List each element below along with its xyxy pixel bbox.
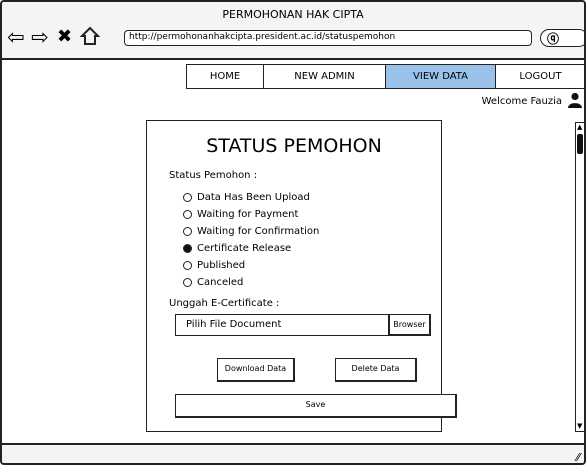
window-title: PERMOHONAN HAK CIPTA: [222, 8, 364, 21]
status-option-published[interactable]: Published: [183, 258, 245, 272]
delete-data-button[interactable]: Delete Data: [335, 358, 417, 382]
browser-window: PERMOHONAN HAK CIPTA ⇦ ⇨ ✖ http://permoh…: [0, 0, 586, 465]
radio-button[interactable]: [183, 192, 192, 202]
radio-button[interactable]: [183, 260, 192, 270]
radio-button[interactable]: [183, 277, 192, 287]
status-form: STATUS PEMOHON Status Pemohon : Data Has…: [146, 120, 457, 432]
status-option-certificate-release[interactable]: Certificate Release: [183, 241, 291, 255]
user-icon: [568, 92, 582, 108]
home-icon[interactable]: [79, 26, 101, 48]
form-title: STATUS PEMOHON: [206, 135, 382, 157]
browse-button[interactable]: Browser: [389, 314, 431, 336]
radio-button-selected[interactable]: [183, 243, 192, 253]
menu-logout[interactable]: LOGOUT: [496, 64, 584, 89]
main-menu: HOME NEW ADMIN VIEW DATA LOGOUT: [186, 64, 584, 89]
status-option-label: Canceled: [197, 276, 244, 288]
scroll-down-icon[interactable]: ▼: [577, 423, 582, 430]
status-option-waiting-payment[interactable]: Waiting for Payment: [183, 207, 298, 221]
status-label: Status Pemohon :: [169, 170, 258, 181]
resize-grip-icon[interactable]: ⁄⁄: [576, 451, 580, 463]
radio-button[interactable]: [183, 226, 192, 236]
menu-home[interactable]: HOME: [186, 64, 264, 89]
radio-button[interactable]: [183, 209, 192, 219]
status-option-label: Certificate Release: [197, 242, 292, 254]
save-button[interactable]: Save: [175, 394, 457, 418]
search-button[interactable]: ⓠ: [540, 29, 584, 47]
status-option-label: Waiting for Confirmation: [197, 225, 320, 237]
close-x-icon[interactable]: ✖: [57, 26, 72, 48]
scroll-thumb[interactable]: [577, 134, 583, 154]
status-option-label: Published: [197, 259, 246, 271]
upload-label: Unggah E-Certificate :: [169, 298, 280, 309]
menu-view-data[interactable]: VIEW DATA: [386, 64, 496, 89]
status-option-label: Waiting for Payment: [197, 208, 299, 220]
status-option-uploaded[interactable]: Data Has Been Upload: [183, 190, 310, 204]
welcome-text: Welcome Fauzia: [481, 96, 562, 107]
status-option-waiting-confirmation[interactable]: Waiting for Confirmation: [183, 224, 319, 238]
forward-arrow-icon[interactable]: ⇨: [31, 26, 49, 48]
title-bar: PERMOHONAN HAK CIPTA ⇦ ⇨ ✖ http://permoh…: [2, 2, 584, 60]
scroll-up-icon[interactable]: ▲: [577, 124, 582, 131]
file-input[interactable]: Pilih File Document: [175, 314, 389, 336]
menu-new-admin[interactable]: NEW ADMIN: [264, 64, 386, 89]
search-icon: ⓠ: [547, 32, 560, 46]
status-bar: ⁄⁄: [2, 443, 584, 463]
status-option-canceled[interactable]: Canceled: [183, 275, 243, 289]
vertical-scrollbar[interactable]: ▲ ▼: [575, 122, 584, 432]
url-bar[interactable]: http://permohonanhakcipta.president.ac.i…: [124, 30, 532, 46]
status-option-label: Data Has Been Upload: [197, 191, 310, 203]
download-data-button[interactable]: Download Data: [217, 358, 295, 382]
back-arrow-icon[interactable]: ⇦: [7, 26, 25, 48]
